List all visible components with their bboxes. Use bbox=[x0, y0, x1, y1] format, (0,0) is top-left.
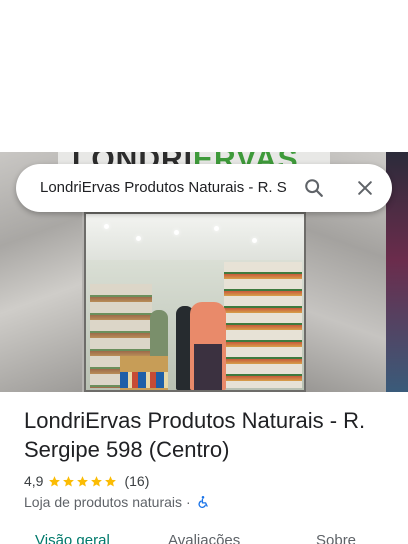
tab-about[interactable]: Sobre bbox=[316, 532, 356, 544]
star-icon bbox=[63, 475, 75, 486]
store-interior bbox=[84, 212, 306, 392]
blank-top-area bbox=[0, 0, 408, 152]
star-icon bbox=[91, 475, 103, 486]
place-category: Loja de produtos naturais bbox=[24, 494, 182, 510]
clear-search-button[interactable] bbox=[349, 172, 381, 204]
review-count[interactable]: (16) bbox=[124, 473, 149, 489]
ceiling-light bbox=[104, 224, 109, 229]
search-icon bbox=[305, 179, 323, 197]
place-title: LondriErvas Produtos Naturais - R. Sergi… bbox=[24, 408, 366, 462]
star-icon bbox=[77, 475, 89, 486]
tab-reviews[interactable]: Avaliações bbox=[168, 532, 240, 544]
rating-row[interactable]: 4,9 (16) bbox=[24, 472, 149, 490]
category-row: Loja de produtos naturais · bbox=[24, 493, 210, 511]
ceiling-light bbox=[136, 236, 141, 241]
shopper-figure bbox=[194, 344, 222, 390]
product-bins bbox=[120, 372, 168, 388]
ceiling-light bbox=[174, 230, 179, 235]
ceiling-light bbox=[252, 238, 257, 243]
rating-value: 4,9 bbox=[24, 473, 44, 489]
product-shelf-right bbox=[224, 262, 302, 388]
ceiling-light bbox=[214, 226, 219, 231]
wheelchair-icon bbox=[198, 496, 208, 508]
search-input[interactable]: LondriErvas Produtos Naturais - R. S bbox=[40, 164, 290, 212]
search-bar[interactable]: LondriErvas Produtos Naturais - R. S bbox=[16, 164, 392, 212]
star-icon bbox=[105, 475, 117, 486]
star-icon bbox=[49, 475, 61, 486]
rating-stars bbox=[48, 475, 118, 488]
separator: · bbox=[186, 494, 191, 510]
search-button[interactable] bbox=[298, 172, 330, 204]
store-ceiling bbox=[86, 214, 304, 260]
place-tabs: Visão geral Avaliações Sobre bbox=[0, 528, 408, 544]
close-icon bbox=[358, 181, 372, 195]
tab-overview[interactable]: Visão geral bbox=[35, 532, 110, 544]
